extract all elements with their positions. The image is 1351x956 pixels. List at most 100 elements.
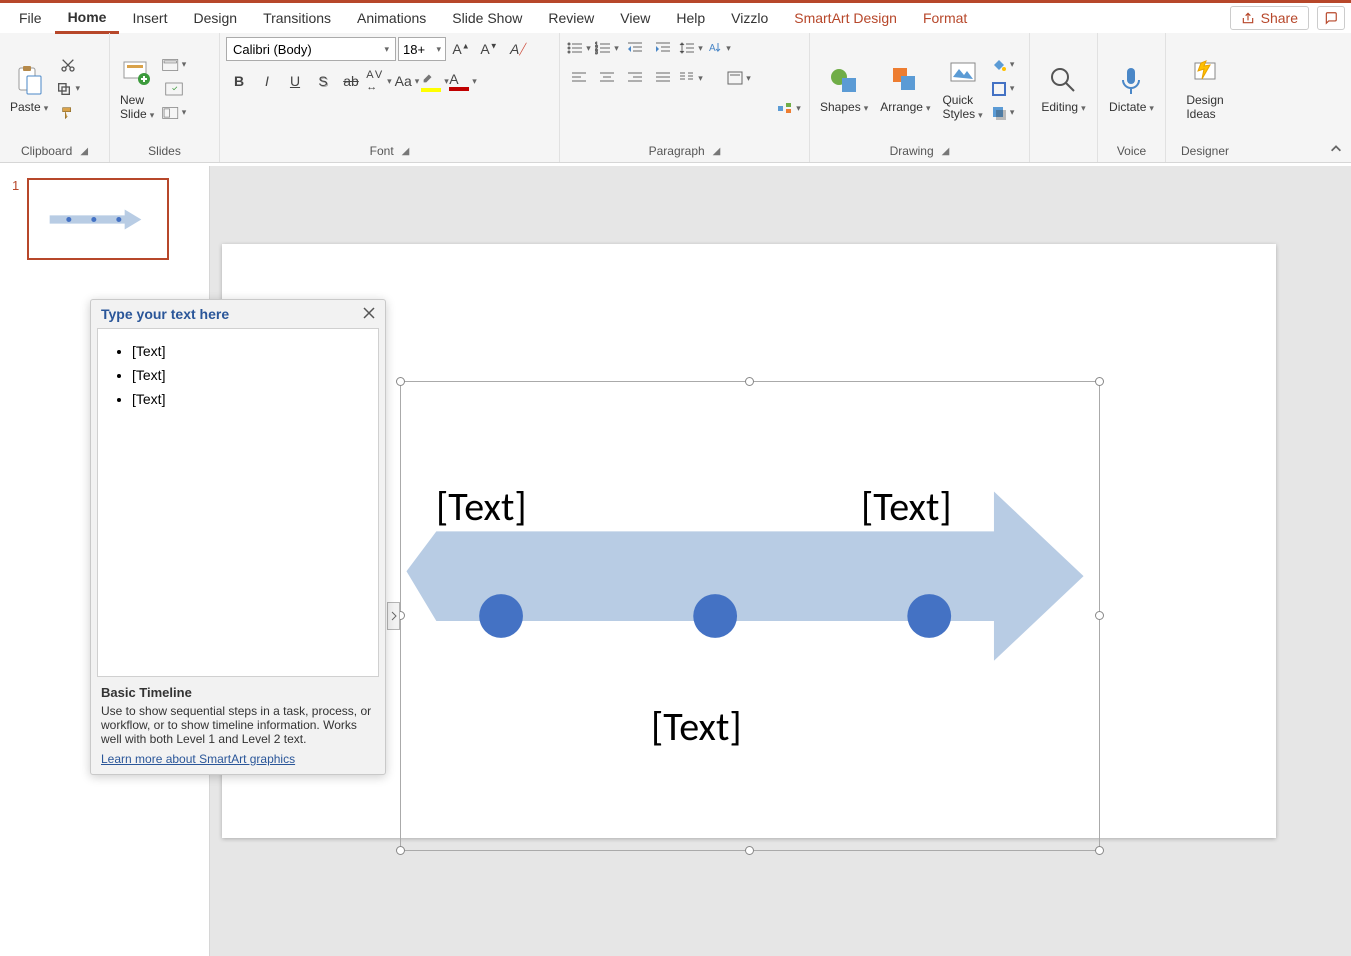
text-pane-item[interactable]: [Text] <box>132 387 368 411</box>
justify-icon <box>655 71 671 85</box>
tab-insert[interactable]: Insert <box>119 4 180 32</box>
drawing-launcher[interactable]: ◢ <box>942 146 950 157</box>
timeline-text-3[interactable]: [Text] <box>651 702 742 751</box>
shadow-button[interactable]: S <box>310 69 336 93</box>
tab-slideshow[interactable]: Slide Show <box>439 4 535 32</box>
copy-button[interactable] <box>56 78 80 100</box>
shrink-font-button[interactable]: A▼ <box>476 37 502 61</box>
group-label-designer: Designer <box>1181 144 1229 158</box>
clear-formatting-button[interactable]: A⧸ <box>504 37 530 61</box>
tab-format[interactable]: Format <box>910 4 980 32</box>
resize-handle-sw[interactable] <box>396 846 405 855</box>
resize-handle-se[interactable] <box>1095 846 1104 855</box>
share-button[interactable]: Share <box>1230 6 1309 30</box>
editing-button[interactable]: Editing <box>1037 61 1089 116</box>
tab-review[interactable]: Review <box>535 4 607 32</box>
font-size-value: 18+ <box>403 42 425 57</box>
text-pane-item[interactable]: [Text] <box>132 339 368 363</box>
collapse-ribbon-button[interactable] <box>1329 142 1343 159</box>
underline-button[interactable]: U <box>282 69 308 93</box>
shapes-button[interactable]: Shapes <box>816 61 872 116</box>
decrease-indent-button[interactable] <box>622 37 648 59</box>
resize-handle-ne[interactable] <box>1095 377 1104 386</box>
text-pane-item[interactable]: [Text] <box>132 363 368 387</box>
section-button[interactable] <box>162 102 186 124</box>
quick-styles-button[interactable]: Quick Styles <box>938 54 986 123</box>
tab-smartart-design[interactable]: SmartArt Design <box>781 4 910 32</box>
tab-help[interactable]: Help <box>663 4 718 32</box>
tab-view[interactable]: View <box>607 4 663 32</box>
group-font: Calibri (Body)▾ 18+▾ A▲ A▼ A⧸ B I U S ab… <box>220 33 560 162</box>
justify-button[interactable] <box>650 67 676 89</box>
copy-icon <box>56 81 72 97</box>
grow-font-button[interactable]: A▲ <box>448 37 474 61</box>
italic-button[interactable]: I <box>254 69 280 93</box>
text-pane-info-body: Use to show sequential steps in a task, … <box>101 704 375 746</box>
numbering-button[interactable]: 123 <box>594 37 620 59</box>
group-clipboard: Paste Clipboard◢ <box>0 33 110 162</box>
font-launcher[interactable]: ◢ <box>402 146 410 157</box>
quick-styles-label: Quick Styles <box>942 93 982 121</box>
shape-fill-button[interactable] <box>991 54 1015 76</box>
comments-button[interactable] <box>1317 6 1345 30</box>
tab-home[interactable]: Home <box>55 3 120 34</box>
grow-font-icon: A▲ <box>452 41 469 57</box>
resize-handle-s[interactable] <box>745 846 754 855</box>
reset-button[interactable] <box>162 78 186 100</box>
text-direction-button[interactable]: A <box>706 37 732 59</box>
tab-animations[interactable]: Animations <box>344 4 439 32</box>
arrange-label: Arrange <box>880 100 930 114</box>
align-text-button[interactable] <box>726 67 752 89</box>
font-color-button[interactable]: A <box>450 69 476 93</box>
font-size-combo[interactable]: 18+▾ <box>398 37 446 61</box>
resize-handle-nw[interactable] <box>396 377 405 386</box>
smartart-text-pane[interactable]: Type your text here [Text] [Text] [Text]… <box>90 299 386 775</box>
chevron-up-icon <box>1329 142 1343 156</box>
increase-indent-button[interactable] <box>650 37 676 59</box>
dictate-button[interactable]: Dictate <box>1105 61 1158 116</box>
format-painter-button[interactable] <box>56 102 80 124</box>
shape-effects-button[interactable] <box>991 102 1015 124</box>
text-pane-list[interactable]: [Text] [Text] [Text] <box>97 328 379 677</box>
reset-icon <box>165 82 183 96</box>
tab-vizzlo[interactable]: Vizzlo <box>718 4 781 32</box>
columns-button[interactable] <box>678 67 704 89</box>
tab-transitions[interactable]: Transitions <box>250 4 344 32</box>
tab-file[interactable]: File <box>6 4 55 32</box>
learn-more-link[interactable]: Learn more about SmartArt graphics <box>101 752 295 766</box>
cut-button[interactable] <box>56 54 80 76</box>
text-pane-close-button[interactable] <box>363 306 375 322</box>
shape-outline-button[interactable] <box>991 78 1015 100</box>
paragraph-launcher[interactable]: ◢ <box>713 146 721 157</box>
clipboard-launcher[interactable]: ◢ <box>80 146 88 157</box>
change-case-button[interactable]: Aa <box>394 69 420 93</box>
slide-thumbnail-1[interactable] <box>27 178 169 260</box>
timeline-text-2[interactable]: [Text] <box>861 482 952 531</box>
design-ideas-button[interactable]: Design Ideas <box>1182 54 1227 123</box>
text-pane-toggle[interactable] <box>387 602 400 630</box>
line-spacing-button[interactable] <box>678 37 704 59</box>
font-name-combo[interactable]: Calibri (Body)▾ <box>226 37 396 61</box>
highlight-icon <box>421 71 441 92</box>
strikethrough-button[interactable]: ab <box>338 69 364 93</box>
paste-button[interactable]: Paste <box>6 61 52 116</box>
new-slide-button[interactable]: New Slide <box>116 54 158 123</box>
smartart-object[interactable]: [Text] [Text] [Text] <box>400 381 1100 851</box>
convert-smartart-button[interactable] <box>776 97 802 119</box>
group-label-font: Font <box>370 144 394 158</box>
align-left-button[interactable] <box>566 67 592 89</box>
new-slide-label: New Slide <box>120 93 154 121</box>
arrange-button[interactable]: Arrange <box>876 61 934 116</box>
highlight-button[interactable] <box>422 69 448 93</box>
resize-handle-n[interactable] <box>745 377 754 386</box>
bullets-button[interactable] <box>566 37 592 59</box>
bold-button[interactable]: B <box>226 69 252 93</box>
char-spacing-button[interactable]: AV↔ <box>366 69 392 93</box>
align-right-button[interactable] <box>622 67 648 89</box>
layout-button[interactable] <box>162 54 186 76</box>
timeline-text-1[interactable]: [Text] <box>436 482 527 531</box>
tab-design[interactable]: Design <box>180 4 250 32</box>
align-center-button[interactable] <box>594 67 620 89</box>
resize-handle-e[interactable] <box>1095 611 1104 620</box>
shadow-icon: S <box>318 73 327 89</box>
